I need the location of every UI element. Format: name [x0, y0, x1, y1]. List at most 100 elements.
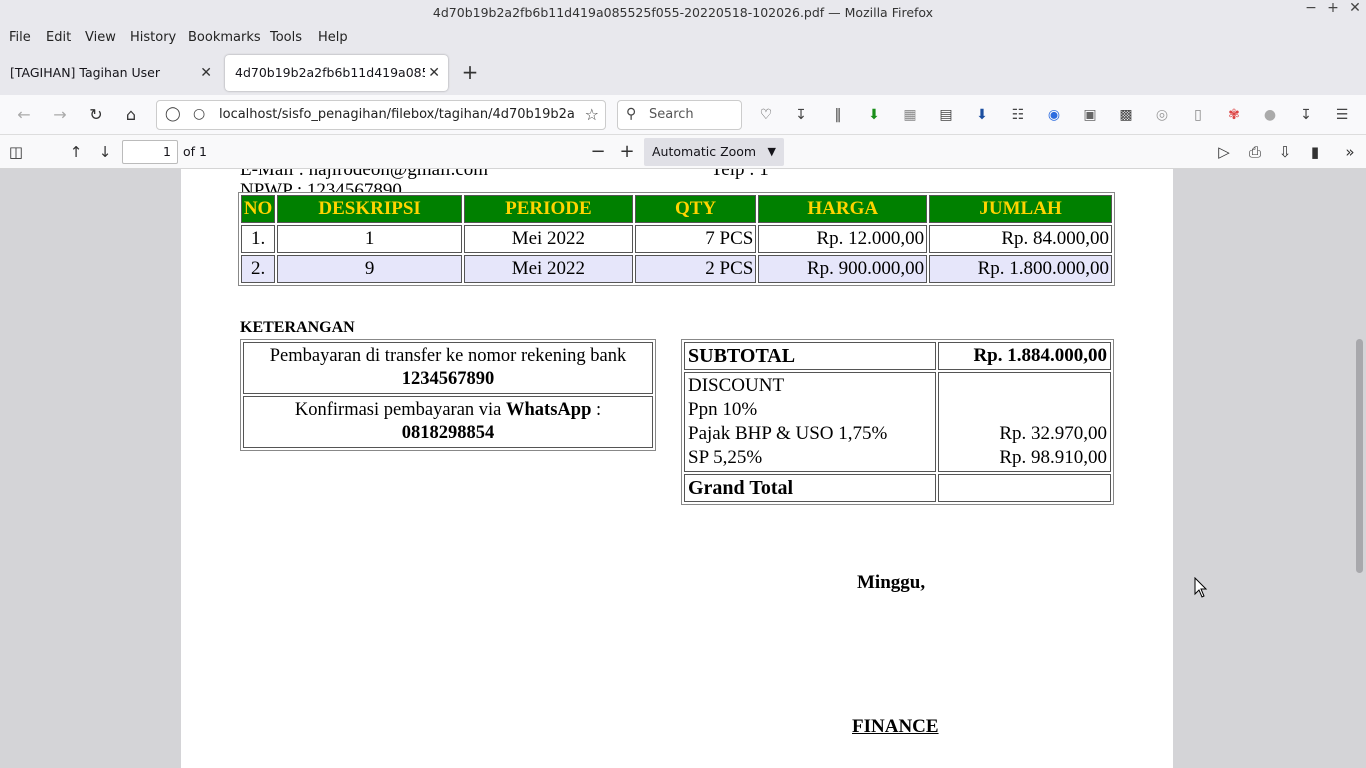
sidebar-toggle-icon[interactable]: ◫	[5, 140, 27, 164]
download-arrow-icon[interactable]: ↧	[1296, 105, 1316, 125]
downloads-icon[interactable]: ↧	[791, 105, 811, 125]
home-icon[interactable]: ⌂	[119, 103, 143, 127]
ppn-label: Ppn 10%	[688, 399, 758, 420]
maximize-icon[interactable]: +	[1322, 0, 1344, 26]
header-harga: HARGA	[758, 195, 928, 223]
table-row: 2. 9 Mei 2022 2 PCS Rp. 900.000,00 Rp. 1…	[241, 255, 1112, 283]
tab-tagihan-user[interactable]: [TAGIHAN] Tagihan User ✕	[0, 55, 220, 91]
pajak-value: Rp. 32.970,00	[999, 423, 1107, 444]
menu-help[interactable]: Help	[318, 30, 348, 45]
save-icon[interactable]: ⇩	[1274, 140, 1296, 164]
page-info-icon[interactable]: ○	[193, 106, 205, 122]
address-bar[interactable]: ◯ ○ localhost/sisfo_penagihan/filebox/ta…	[156, 100, 606, 130]
sp-value: Rp. 98.910,00	[999, 447, 1107, 468]
zoom-select[interactable]: Automatic Zoom ▼	[644, 138, 784, 166]
cell-deskripsi: 9	[277, 255, 462, 283]
presentation-mode-icon[interactable]: ▷	[1213, 140, 1235, 164]
menu-file[interactable]: File	[9, 30, 31, 45]
menu-history[interactable]: History	[130, 30, 176, 45]
page-count: of 1	[183, 144, 207, 159]
zoom-out-icon[interactable]: −	[587, 140, 609, 164]
reload-icon[interactable]: ↻	[84, 103, 108, 127]
tab-pdf[interactable]: 4d70b19b2a2fb6b11d419a085525f055 ✕	[225, 55, 448, 91]
grand-total-row: Grand Total	[684, 474, 1111, 502]
download-green-icon[interactable]: ⬇	[864, 105, 884, 125]
bookmark-star-icon[interactable]: ☆	[585, 105, 599, 124]
navigation-bar: ← → ↻ ⌂ ◯ ○ localhost/sisfo_penagihan/fi…	[0, 95, 1366, 135]
reader-icon[interactable]: ▤	[936, 105, 956, 125]
lock-icon[interactable]: ▣	[1080, 105, 1100, 125]
menu-tools[interactable]: Tools	[270, 30, 302, 45]
new-tab-button[interactable]: +	[458, 55, 482, 91]
next-page-icon[interactable]: ↓	[94, 140, 116, 164]
menu-view[interactable]: View	[85, 30, 116, 45]
minimize-icon[interactable]: −	[1300, 0, 1322, 26]
telp-line: Telp : 1	[711, 169, 769, 180]
qr-code-icon[interactable]: ▩	[1116, 105, 1136, 125]
cell-periode: Mei 2022	[464, 255, 633, 283]
close-tab-icon[interactable]: ✕	[428, 55, 440, 91]
previous-page-icon[interactable]: ↑	[65, 140, 87, 164]
discount-label: DISCOUNT	[688, 375, 785, 396]
tax-labels: DISCOUNT Ppn 10% Pajak BHP & USO 1,75% S…	[684, 372, 936, 472]
menu-bookmarks[interactable]: Bookmarks	[188, 30, 261, 45]
notes-icon[interactable]: ▯	[1188, 105, 1208, 125]
menu-bar: File Edit View History Bookmarks Tools H…	[0, 26, 1366, 49]
print-icon[interactable]: ⎙	[1244, 140, 1266, 164]
cell-harga: Rp. 12.000,00	[758, 225, 928, 253]
cell-no: 2.	[241, 255, 276, 283]
pdf-viewer[interactable]: E-Mail : hajirodeon@gmail.com Telp : 1 N…	[0, 169, 1366, 768]
library-icon[interactable]: ‖	[828, 105, 848, 125]
url-text[interactable]: localhost/sisfo_penagihan/filebox/tagiha…	[219, 107, 574, 122]
pdf-toolbar: ◫ ↑ ↓ 1 of 1 − + Automatic Zoom ▼ ▷ ⎙ ⇩ …	[0, 135, 1366, 169]
subtotal-value: Rp. 1.884.000,00	[938, 342, 1111, 370]
record-icon[interactable]: ●	[1260, 105, 1280, 125]
tab-bar: [TAGIHAN] Tagihan User ✕ 4d70b19b2a2fb6b…	[0, 49, 1366, 95]
back-icon[interactable]: ←	[12, 103, 36, 127]
pajak-label: Pajak BHP & USO 1,75%	[688, 423, 888, 444]
grand-total-label: Grand Total	[684, 474, 936, 502]
note2-line: Konfirmasi pembayaran via WhatsApp :	[248, 399, 648, 422]
grand-total-value	[938, 474, 1111, 502]
zoom-app-icon[interactable]: ◉	[1044, 105, 1064, 125]
table-header-row: NO DESKRIPSI PERIODE QTY HARGA JUMLAH	[241, 195, 1112, 223]
header-no: NO	[241, 195, 276, 223]
hamburger-menu-icon[interactable]: ☰	[1332, 105, 1352, 125]
tab-label: 4d70b19b2a2fb6b11d419a085525f055	[235, 65, 425, 80]
close-window-icon[interactable]: ✕	[1344, 0, 1366, 26]
shield-icon[interactable]: ◯	[165, 106, 181, 122]
header-qty: QTY	[634, 195, 757, 223]
cell-deskripsi: 1	[277, 225, 462, 253]
note2-colon: :	[591, 400, 602, 420]
mouse-cursor-icon	[1194, 577, 1208, 598]
search-input[interactable]: ⚲ Search	[617, 100, 742, 130]
bookmark-icon[interactable]: ▮	[1304, 140, 1326, 164]
subtotal-row: SUBTOTAL Rp. 1.884.000,00	[684, 342, 1111, 370]
sp-label: SP 5,25%	[688, 447, 763, 468]
keterangan-table: Pembayaran di transfer ke nomor rekening…	[240, 339, 656, 451]
cell-jumlah: Rp. 84.000,00	[929, 225, 1112, 253]
globe-icon[interactable]: ◎	[1152, 105, 1172, 125]
close-tab-icon[interactable]: ✕	[200, 55, 212, 91]
window-title: 4d70b19b2a2fb6b11d419a085525f055-2022051…	[432, 5, 934, 20]
note-row: Konfirmasi pembayaran via WhatsApp : 081…	[243, 396, 653, 448]
more-tools-icon[interactable]: »	[1339, 140, 1361, 164]
scrollbar-thumb[interactable]	[1356, 339, 1363, 573]
chevron-down-icon: ▼	[767, 145, 776, 158]
pdf-page: E-Mail : hajirodeon@gmail.com Telp : 1 N…	[181, 169, 1173, 768]
grid-icon[interactable]: ☷	[1008, 105, 1028, 125]
signature-title: FINANCE	[852, 716, 939, 737]
forward-icon[interactable]: →	[48, 103, 72, 127]
header-deskripsi: DESKRIPSI	[277, 195, 462, 223]
pocket-icon[interactable]: ♡	[756, 105, 776, 125]
menu-edit[interactable]: Edit	[46, 30, 71, 45]
note1-value: 1234567890	[401, 369, 495, 389]
extension-icon[interactable]: ▦	[900, 105, 920, 125]
tax-row: DISCOUNT Ppn 10% Pajak BHP & USO 1,75% S…	[684, 372, 1111, 472]
save-page-icon[interactable]: ⬇	[972, 105, 992, 125]
window-titlebar: 4d70b19b2a2fb6b11d419a085525f055-2022051…	[0, 0, 1366, 26]
zoom-in-icon[interactable]: +	[616, 140, 638, 164]
page-number-input[interactable]: 1	[122, 140, 178, 164]
invoice-items-table: NO DESKRIPSI PERIODE QTY HARGA JUMLAH 1.…	[238, 192, 1115, 286]
color-picker-icon[interactable]: ✾	[1224, 105, 1244, 125]
